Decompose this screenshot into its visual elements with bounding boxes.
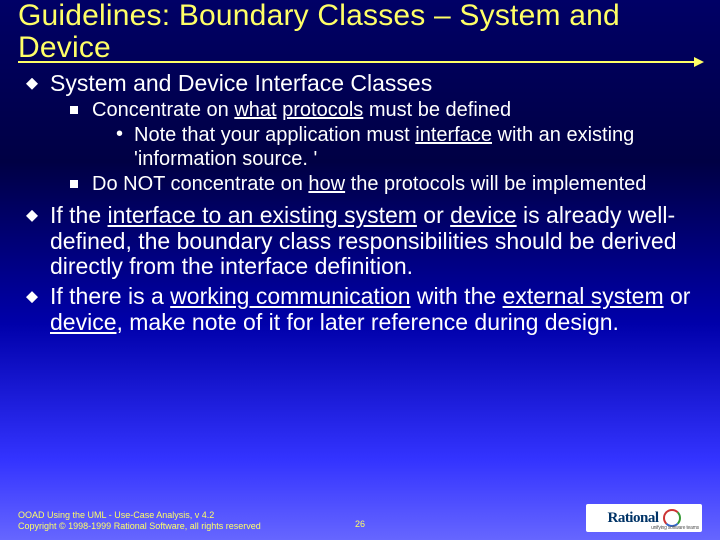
text: or — [417, 202, 450, 228]
footer-line: OOAD Using the UML - Use-Case Analysis, … — [18, 510, 261, 521]
text: Concentrate on — [92, 99, 234, 121]
text-underline: what — [234, 99, 276, 121]
title-underline — [18, 61, 702, 63]
arrow-right-icon — [694, 57, 704, 67]
bullet-list: System and Device Interface Classes Conc… — [24, 71, 696, 336]
text-underline: working communication — [170, 283, 410, 309]
text-underline: how — [308, 173, 345, 195]
content-body: System and Device Interface Classes Conc… — [0, 63, 720, 336]
sub-sub-list: Note that your application must interfac… — [92, 124, 696, 171]
text: Do NOT concentrate on — [92, 173, 308, 195]
text: , make note of it for later reference du… — [116, 309, 618, 335]
slide-title: Guidelines: Boundary Classes – System an… — [18, 0, 702, 65]
text-underline: device — [50, 309, 116, 335]
text-underline: interface to an existing system — [108, 202, 417, 228]
bullet-l3: Note that your application must interfac… — [114, 124, 696, 171]
text-underline: interface — [415, 124, 492, 146]
slide: Guidelines: Boundary Classes – System an… — [0, 0, 720, 540]
text: with the — [411, 283, 503, 309]
text-underline: device — [450, 202, 516, 228]
bullet-l1: System and Device Interface Classes Conc… — [24, 71, 696, 197]
text: or — [664, 283, 691, 309]
text: the protocols will be implemented — [345, 173, 646, 195]
text: If the — [50, 202, 108, 228]
bullet-text: System and Device Interface Classes — [50, 70, 432, 96]
rational-logo: Rational unifying software teams — [586, 504, 702, 532]
bullet-l2: Concentrate on what protocols must be de… — [68, 99, 696, 172]
sub-list: Concentrate on what protocols must be de… — [50, 99, 696, 197]
text: If there is a — [50, 283, 170, 309]
logo-tagline: unifying software teams — [651, 525, 699, 531]
text: must be defined — [363, 99, 511, 121]
bullet-l1: If the interface to an existing system o… — [24, 203, 696, 280]
page-number: 26 — [355, 519, 365, 530]
title-area: Guidelines: Boundary Classes – System an… — [0, 0, 720, 63]
bullet-l2: Do NOT concentrate on how the protocols … — [68, 173, 696, 197]
text-underline: external system — [503, 283, 664, 309]
footer-line: Copyright © 1998-1999 Rational Software,… — [18, 521, 261, 532]
bullet-l1: If there is a working communication with… — [24, 284, 696, 336]
footer-left: OOAD Using the UML - Use-Case Analysis, … — [18, 510, 261, 532]
footer: OOAD Using the UML - Use-Case Analysis, … — [18, 504, 702, 532]
text: Note that your application must — [134, 124, 415, 146]
text-underline: protocols — [282, 99, 363, 121]
